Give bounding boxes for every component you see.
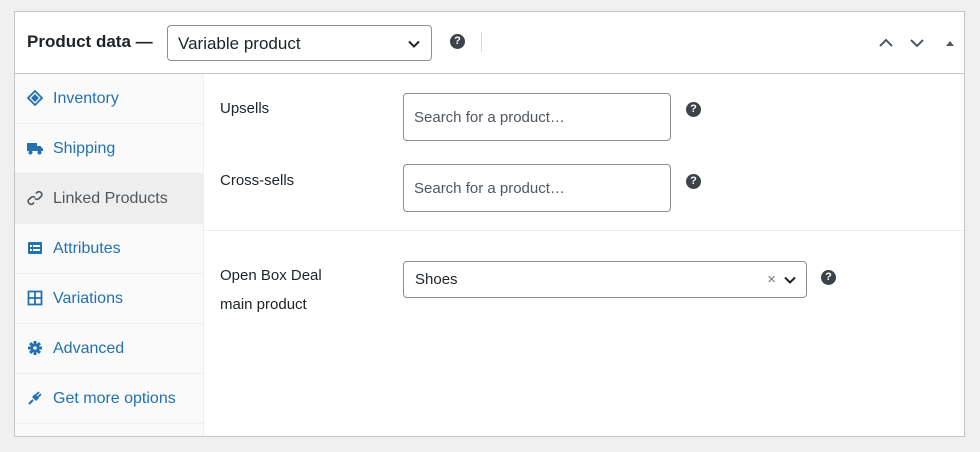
tab-advanced[interactable]: Advanced: [15, 324, 203, 374]
product-type-value: Variable product: [178, 34, 301, 53]
plugin-icon: [27, 390, 43, 406]
toggle-panel-button[interactable]: [941, 34, 959, 52]
list-icon: [27, 240, 43, 256]
move-up-button[interactable]: [877, 34, 895, 52]
tab-label: Shipping: [53, 140, 116, 157]
tab-label: Attributes: [53, 240, 121, 257]
help-icon[interactable]: ?: [686, 102, 701, 117]
linked-products-panel: Upsells ? Cross-sells ? Open Box Deal ma…: [204, 74, 964, 436]
move-down-button[interactable]: [908, 34, 926, 52]
product-type-select[interactable]: Variable product: [167, 25, 432, 61]
tab-label: Variations: [53, 290, 123, 307]
gear-icon: [27, 340, 43, 356]
tab-label: Inventory: [53, 90, 119, 107]
product-data-tabs: Inventory Shipping Linked Products Attri…: [15, 74, 204, 436]
truck-icon: [27, 140, 43, 156]
grid-icon: [27, 290, 43, 306]
cross-sells-label: Cross-sells: [220, 172, 295, 189]
tab-label: Get more options: [53, 390, 176, 407]
tab-inventory[interactable]: Inventory: [15, 74, 203, 124]
help-icon[interactable]: ?: [821, 270, 836, 285]
tab-shipping[interactable]: Shipping: [15, 124, 203, 174]
tab-label: Linked Products: [53, 190, 168, 207]
panel-title: Product data —: [27, 32, 153, 51]
upsells-search-input[interactable]: [403, 93, 671, 141]
link-icon: [27, 190, 43, 206]
open-box-label-line1: Open Box Deal: [220, 267, 322, 284]
inventory-tag-icon: [27, 90, 43, 106]
header-divider: [481, 32, 482, 52]
chevron-down-icon: [908, 34, 926, 52]
tab-get-more-options[interactable]: Get more options: [15, 374, 203, 424]
clear-selection-button[interactable]: ×: [767, 271, 776, 289]
tab-linked-products[interactable]: Linked Products: [15, 174, 203, 224]
panel-header: Product data — Variable product ?: [15, 12, 964, 74]
cross-sells-search-input[interactable]: [403, 164, 671, 212]
open-box-product-select[interactable]: Shoes ×: [403, 261, 807, 298]
open-box-label-line2: main product: [220, 296, 307, 313]
selected-product: Shoes: [415, 271, 458, 288]
tab-attributes[interactable]: Attributes: [15, 224, 203, 274]
product-data-panel: Product data — Variable product ? Invent…: [14, 11, 965, 437]
tab-label: Advanced: [53, 340, 125, 357]
chevron-up-icon: [877, 34, 895, 52]
upsells-label: Upsells: [220, 100, 270, 117]
triangle-up-icon: [941, 34, 959, 52]
help-icon[interactable]: ?: [686, 174, 701, 189]
help-icon[interactable]: ?: [450, 34, 465, 49]
section-divider: [204, 230, 964, 231]
chevron-down-icon: [783, 273, 797, 287]
tab-variations[interactable]: Variations: [15, 274, 203, 324]
chevron-down-icon: [407, 37, 421, 51]
